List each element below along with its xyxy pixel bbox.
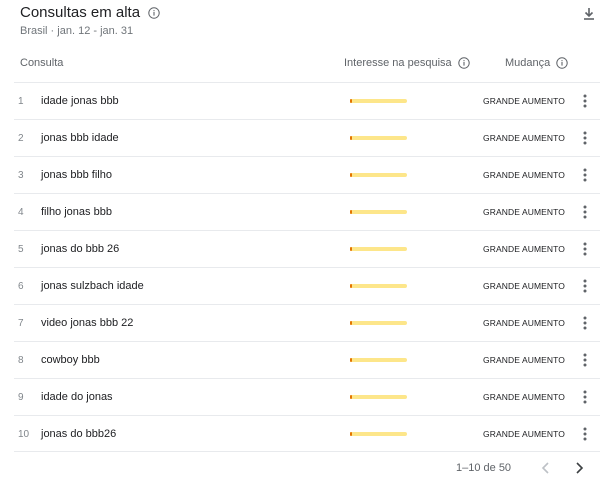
row-rank: 4 (18, 207, 24, 218)
row-query-link[interactable]: jonas sulzbach idade (41, 280, 144, 292)
row-rank: 7 (18, 318, 24, 329)
change-badge: GRANDE AUMENTO (483, 96, 566, 106)
table-row[interactable]: 4 filho jonas bbb GRANDE AUMENTO (14, 193, 600, 230)
interest-bar-fill (350, 395, 352, 399)
change-badge: GRANDE AUMENTO (483, 392, 566, 402)
row-query-link[interactable]: jonas bbb idade (41, 132, 119, 144)
row-rank: 2 (18, 133, 24, 144)
more-vert-icon[interactable] (579, 93, 591, 109)
change-badge: GRANDE AUMENTO (483, 244, 566, 254)
table-row[interactable]: 2 jonas bbb idade GRANDE AUMENTO (14, 119, 600, 156)
interest-bar (350, 358, 407, 362)
row-query-link[interactable]: jonas do bbb26 (41, 428, 116, 440)
header: Consultas em alta Brasil · jan. 12 - jan… (20, 4, 600, 40)
change-badge: GRANDE AUMENTO (483, 170, 566, 180)
interest-bar (350, 210, 407, 214)
interest-bar (350, 432, 407, 436)
row-rank: 8 (18, 355, 24, 366)
row-query-link[interactable]: idade do jonas (41, 391, 113, 403)
info-icon[interactable] (556, 57, 568, 69)
row-rank: 3 (18, 170, 24, 181)
row-query-link[interactable]: idade jonas bbb (41, 95, 119, 107)
interest-bar (350, 321, 407, 325)
row-query-link[interactable]: jonas do bbb 26 (41, 243, 119, 255)
interest-bar-fill (350, 432, 352, 436)
column-header-change: Mudança (505, 57, 568, 69)
download-icon[interactable] (581, 6, 597, 22)
row-rank: 10 (18, 429, 30, 440)
pagination-range: 1–10 de 50 (456, 462, 512, 474)
subtitle: Brasil · jan. 12 - jan. 31 (20, 25, 134, 37)
table-row[interactable]: 7 video jonas bbb 22 GRANDE AUMENTO (14, 304, 600, 341)
interest-bar-fill (350, 247, 352, 251)
interest-bar-fill (350, 210, 352, 214)
more-vert-icon[interactable] (579, 426, 591, 442)
pagination: 1–10 de 50 (0, 460, 612, 477)
interest-bar (350, 247, 407, 251)
interest-bar-fill (350, 173, 352, 177)
row-query-link[interactable]: cowboy bbb (41, 354, 100, 366)
more-vert-icon[interactable] (579, 352, 591, 368)
table-row[interactable]: 10 jonas do bbb26 GRANDE AUMENTO (14, 415, 600, 452)
more-vert-icon[interactable] (579, 278, 591, 294)
table-row[interactable]: 3 jonas bbb filho GRANDE AUMENTO (14, 156, 600, 193)
row-query-link[interactable]: filho jonas bbb (41, 206, 112, 218)
table-row[interactable]: 9 idade do jonas GRANDE AUMENTO (14, 378, 600, 415)
row-rank: 5 (18, 244, 24, 255)
table-row[interactable]: 5 jonas do bbb 26 GRANDE AUMENTO (14, 230, 600, 267)
interest-bar (350, 136, 407, 140)
table-row[interactable]: 6 jonas sulzbach idade GRANDE AUMENTO (14, 267, 600, 304)
column-header-query: Consulta (20, 57, 64, 69)
interest-bar-fill (350, 358, 352, 362)
change-badge: GRANDE AUMENTO (483, 318, 566, 328)
change-badge: GRANDE AUMENTO (483, 207, 566, 217)
interest-bar (350, 284, 407, 288)
more-vert-icon[interactable] (579, 167, 591, 183)
table-header: Consulta Interesse na pesquisa Mudança (0, 57, 612, 71)
chevron-right-icon[interactable] (572, 460, 586, 476)
page-title: Consultas em alta (20, 4, 160, 21)
interest-bar-fill (350, 321, 352, 325)
interest-bar (350, 173, 407, 177)
more-vert-icon[interactable] (579, 315, 591, 331)
query-list: 1 idade jonas bbb GRANDE AUMENTO 2 jonas bbb… (14, 82, 600, 452)
info-icon[interactable] (457, 57, 470, 69)
interest-bar-fill (350, 136, 352, 140)
change-badge: GRANDE AUMENTO (483, 429, 566, 439)
change-badge: GRANDE AUMENTO (483, 133, 566, 143)
row-rank: 1 (18, 96, 24, 107)
more-vert-icon[interactable] (579, 389, 591, 405)
interest-bar-fill (350, 284, 352, 288)
interest-bar (350, 99, 407, 103)
row-rank: 6 (18, 281, 24, 292)
column-header-interest: Interesse na pesquisa (344, 57, 470, 69)
row-rank: 9 (18, 392, 24, 403)
interest-bar-fill (350, 99, 352, 103)
row-query-link[interactable]: jonas bbb filho (41, 169, 112, 181)
table-row[interactable]: 1 idade jonas bbb GRANDE AUMENTO (14, 82, 600, 119)
table-row[interactable]: 8 cowboy bbb GRANDE AUMENTO (14, 341, 600, 378)
row-query-link[interactable]: video jonas bbb 22 (41, 317, 133, 329)
info-icon[interactable] (148, 6, 160, 19)
title-text: Consultas em alta (20, 4, 141, 21)
more-vert-icon[interactable] (579, 204, 591, 220)
column-header-interest-label: Interesse na pesquisa (344, 57, 452, 69)
more-vert-icon[interactable] (579, 241, 591, 257)
more-vert-icon[interactable] (579, 130, 591, 146)
change-badge: GRANDE AUMENTO (483, 355, 566, 365)
interest-bar (350, 395, 407, 399)
chevron-left-icon[interactable] (539, 460, 553, 476)
column-header-change-label: Mudança (505, 57, 551, 69)
change-badge: GRANDE AUMENTO (483, 281, 566, 291)
